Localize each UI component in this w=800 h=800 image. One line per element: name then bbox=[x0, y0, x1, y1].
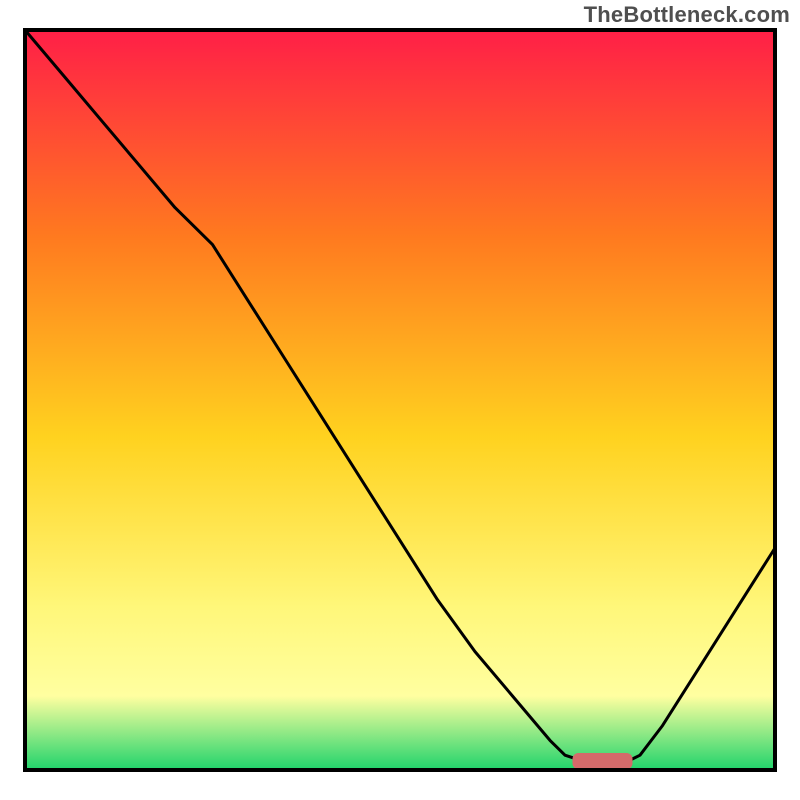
watermark-text: TheBottleneck.com bbox=[584, 2, 790, 28]
gradient-background bbox=[25, 30, 775, 770]
chart-container: TheBottleneck.com bbox=[0, 0, 800, 800]
sweet-spot-marker bbox=[573, 753, 633, 769]
bottleneck-plot bbox=[0, 0, 800, 800]
